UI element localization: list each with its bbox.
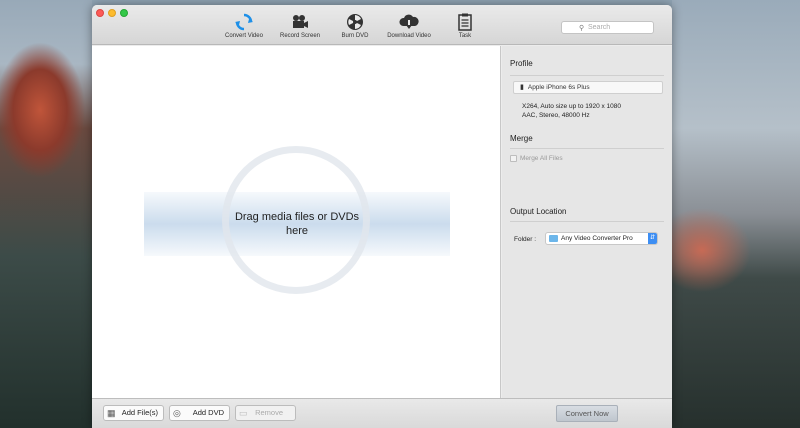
close-window-button[interactable] (96, 9, 104, 17)
search-placeholder: Search (588, 24, 611, 31)
toolbar-label-record-screen: Record Screen (279, 33, 321, 39)
remove-label: Remove (255, 408, 283, 417)
toolbar-burn-dvd[interactable]: Burn DVD (335, 13, 375, 43)
download-video-icon (399, 14, 419, 29)
drop-text-line1: Drag media files or DVDs (234, 211, 360, 223)
drop-area[interactable]: Drag media files or DVDs here (92, 46, 501, 398)
maximize-window-button[interactable] (120, 9, 128, 17)
profile-value: Apple iPhone 6s Plus (527, 84, 590, 91)
add-files-button[interactable]: ▦ Add File(s) (103, 405, 164, 421)
profile-title: Profile (510, 59, 533, 68)
profile-select[interactable]: ▮ Apple iPhone 6s Plus (513, 81, 663, 94)
toolbar-label-convert-video: Convert Video (225, 33, 263, 39)
toolbar-label-task: Task (458, 33, 472, 39)
desktop-wallpaper-right (672, 0, 800, 428)
add-dvd-label: Add DVD (192, 408, 224, 417)
profile-desc-audio: AAC, Stereo, 48000 Hz (522, 112, 590, 119)
merge-divider (510, 148, 664, 149)
toolbar-download-video[interactable]: Download Video (385, 13, 433, 43)
toolbar-task[interactable]: Task (450, 13, 480, 43)
convert-video-icon (235, 13, 253, 31)
remove-button[interactable]: ▭ Remove (235, 405, 296, 421)
folder-icon (549, 235, 558, 242)
remove-icon: ▭ (239, 408, 248, 418)
settings-sidebar: Profile ▮ Apple iPhone 6s Plus X264, Auto… (502, 46, 672, 398)
record-screen-icon (293, 15, 308, 28)
folder-label: Folder : (514, 236, 537, 243)
updown-arrows-icon: ⇵ (648, 233, 657, 244)
output-location-title: Output Location (510, 207, 567, 216)
toolbar-label-burn-dvd: Burn DVD (341, 33, 369, 39)
titlebar-toolbar: Convert Video Record Screen Burn DVD Dow… (92, 5, 672, 45)
phone-icon: ▮ (520, 84, 524, 91)
search-icon: ⚲ (579, 25, 585, 32)
drop-text-line2: here (285, 225, 309, 237)
add-dvd-icon: ◎ (173, 408, 181, 418)
profile-desc-video: X264, Auto size up to 1920 x 1080 (522, 103, 622, 110)
burn-dvd-icon (347, 14, 363, 30)
toolbar-label-download-video: Download Video (387, 33, 431, 39)
add-files-label: Add File(s) (121, 408, 158, 417)
add-files-icon: ▦ (107, 408, 116, 418)
folder-select[interactable]: Any Video Converter Pro ⇵ (545, 232, 658, 245)
desktop-wallpaper-left (0, 0, 92, 428)
task-icon (458, 13, 472, 31)
app-window: Convert Video Record Screen Burn DVD Dow… (92, 5, 672, 428)
merge-all-checkbox[interactable]: Merge All Files (510, 155, 563, 162)
output-divider (510, 221, 664, 222)
bottom-toolbar: ▦ Add File(s) ◎ Add DVD ▭ Remove Convert… (92, 398, 672, 428)
checkbox-box (510, 155, 517, 162)
merge-title: Merge (510, 134, 533, 143)
drop-instructions: Drag media files or DVDs here (222, 210, 372, 238)
convert-now-button[interactable]: Convert Now (556, 405, 618, 422)
merge-label: Merge All Files (520, 155, 563, 163)
folder-value: Any Video Converter Pro (561, 235, 633, 242)
add-dvd-button[interactable]: ◎ Add DVD (169, 405, 230, 421)
toolbar-convert-video[interactable]: Convert Video (222, 13, 266, 43)
search-input[interactable]: ⚲ Search (561, 21, 654, 34)
profile-divider (510, 75, 664, 76)
toolbar-record-screen[interactable]: Record Screen (278, 13, 322, 43)
minimize-window-button[interactable] (108, 9, 116, 17)
